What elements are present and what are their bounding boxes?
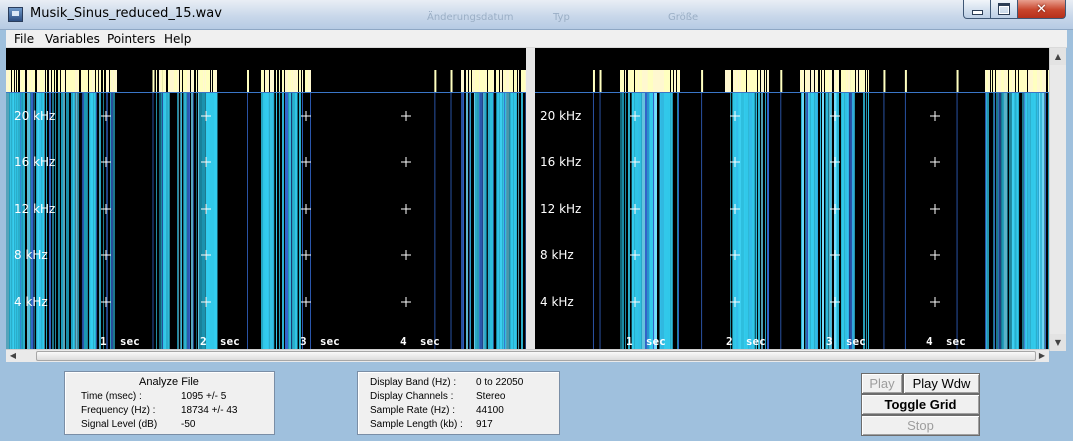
time-label-right-3sec: 3 sec <box>826 335 866 348</box>
sample-length-label: Sample Length (kb) : <box>370 419 463 430</box>
toggle-grid-button[interactable]: Toggle Grid <box>861 394 980 415</box>
freq-label-left-4khz: 4 kHz <box>14 295 48 309</box>
freq-label-left-16khz: 16 kHz <box>14 155 56 169</box>
freq-label-left-12khz: 12 kHz <box>14 202 56 216</box>
display-info-panel: Display Band (Hz) : 0 to 22050 Display C… <box>357 371 560 435</box>
freq-label-right-16khz: 16 kHz <box>540 155 582 169</box>
time-label-right-2sec: 2 sec <box>726 335 766 348</box>
channel-divider <box>526 48 535 351</box>
analyze-file-panel: Analyze File Time (msec) : 1095 +/- 5 Fr… <box>64 371 275 435</box>
sample-rate-value: 44100 <box>476 405 504 416</box>
display-band-value: 0 to 22050 <box>476 377 524 388</box>
minimize-button[interactable] <box>963 0 991 19</box>
freq-label-right-20khz: 20 kHz <box>540 109 582 123</box>
scroll-down-arrow-icon[interactable]: ▼ <box>1050 334 1066 351</box>
freq-label-right-4khz: 4 kHz <box>540 295 574 309</box>
analyze-signal-level-label: Signal Level (dB) <box>81 419 158 430</box>
analyze-frequency-value: 18734 +/- 43 <box>181 405 238 416</box>
time-label-left-3sec: 3 sec <box>300 335 340 348</box>
scroll-right-arrow-icon[interactable]: ▶ <box>1035 350 1049 362</box>
analyze-signal-level-value: -50 <box>181 419 196 430</box>
horizontal-scrollbar[interactable]: ◀ ▶ <box>6 349 1049 362</box>
display-channels-label: Display Channels : <box>370 391 454 402</box>
analyze-time-label: Time (msec) : <box>81 391 142 402</box>
time-label-left-4sec: 4 sec <box>400 335 440 348</box>
spectrogram-view[interactable]: 20 kHz 16 kHz 12 kHz 8 kHz 4 kHz 1 sec 2… <box>6 48 1049 351</box>
display-band-label: Display Band (Hz) : <box>370 377 457 388</box>
freq-label-left-20khz: 20 kHz <box>14 109 56 123</box>
close-icon: ✕ <box>1036 1 1047 17</box>
play-button[interactable]: Play <box>861 373 903 394</box>
menu-file[interactable]: File <box>14 32 34 46</box>
sample-length-value: 917 <box>476 419 493 430</box>
scrollbar-thumb[interactable] <box>36 351 1036 361</box>
vertical-scrollbar[interactable]: ▲ ▼ <box>1049 48 1066 351</box>
sample-rate-label: Sample Rate (Hz) : <box>370 405 456 416</box>
window-title: Musik_Sinus_reduced_15.wav <box>30 6 222 21</box>
analyze-time-value: 1095 +/- 5 <box>181 391 227 402</box>
background-column-header: Typ <box>553 12 570 23</box>
time-label-right-4sec: 4 sec <box>926 335 966 348</box>
freq-label-right-8khz: 8 kHz <box>540 248 574 262</box>
close-button[interactable]: ✕ <box>1018 0 1066 19</box>
menu-pointers[interactable]: Pointers <box>107 32 155 46</box>
background-column-header: Größe <box>668 12 699 23</box>
time-label-left-2sec: 2 sec <box>200 335 240 348</box>
maximize-button[interactable] <box>991 0 1018 19</box>
stop-button[interactable]: Stop <box>861 415 980 436</box>
analyze-frequency-label: Frequency (Hz) : <box>81 405 156 416</box>
menu-variables[interactable]: Variables <box>45 32 100 46</box>
maximize-icon <box>991 0 1017 18</box>
play-window-button[interactable]: Play Wdw <box>903 373 980 394</box>
time-label-left-1sec: 1 sec <box>100 335 140 348</box>
background-column-header: Änderungsdatum <box>427 12 514 23</box>
display-channels-value: Stereo <box>476 391 506 402</box>
time-label-right-1sec: 1 sec <box>626 335 666 348</box>
analyze-panel-header: Analyze File <box>139 376 199 388</box>
app-icon <box>8 7 23 22</box>
minimize-icon <box>964 0 990 18</box>
menu-bar: File Variables Pointers Help <box>6 30 1067 48</box>
scroll-up-arrow-icon[interactable]: ▲ <box>1050 48 1066 65</box>
freq-label-right-12khz: 12 kHz <box>540 202 582 216</box>
title-bar: Musik_Sinus_reduced_15.wav Änderungsdatu… <box>0 0 1073 30</box>
freq-label-left-8khz: 8 kHz <box>14 248 48 262</box>
scroll-left-arrow-icon[interactable]: ◀ <box>6 350 20 362</box>
menu-help[interactable]: Help <box>164 32 191 46</box>
